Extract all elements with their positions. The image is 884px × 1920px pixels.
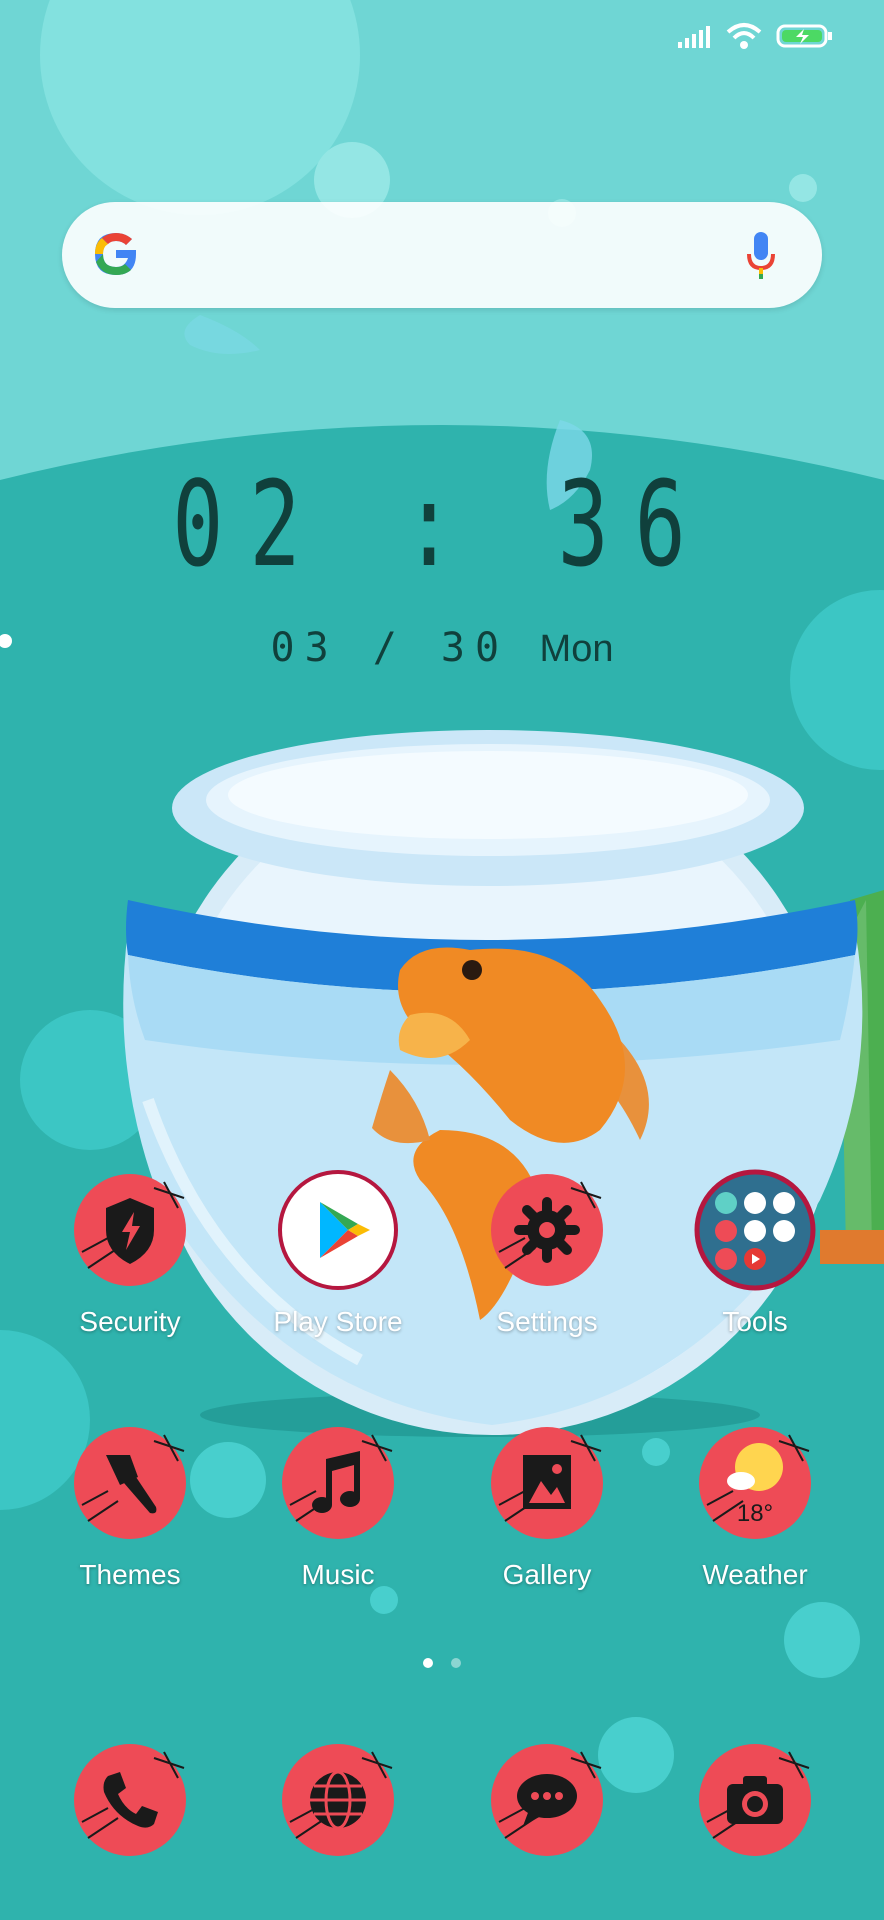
app-label: Themes [79, 1559, 181, 1590]
app-label: Settings [496, 1306, 598, 1337]
gear-icon [491, 1174, 603, 1286]
play-store-icon [278, 1170, 398, 1290]
shield-bolt-icon [74, 1174, 186, 1286]
wifi-icon [726, 22, 762, 55]
app-security[interactable]: Security [45, 1168, 215, 1338]
folder-icon [694, 1169, 816, 1291]
dock-browser[interactable] [253, 1738, 423, 1862]
camera-icon [699, 1744, 811, 1856]
page-indicator[interactable] [0, 1658, 884, 1668]
app-label: Music [301, 1559, 375, 1590]
sun-cloud-icon: 18° [699, 1427, 811, 1539]
app-label: Weather [702, 1559, 808, 1590]
dock-phone[interactable] [45, 1738, 215, 1862]
app-gallery[interactable]: Gallery [462, 1421, 632, 1591]
page-dot[interactable] [451, 1658, 461, 1668]
page-dot-active[interactable] [423, 1658, 433, 1668]
app-label: Play Store [273, 1306, 403, 1337]
phone-icon [74, 1744, 186, 1856]
google-logo [88, 226, 144, 287]
app-weather[interactable]: 18° Weather [670, 1421, 840, 1591]
app-folder-tools[interactable]: Tools [670, 1168, 840, 1338]
clock-date[interactable]: 03 / 30 Mon [0, 625, 884, 671]
weather-temperature: 18° [737, 1500, 773, 1527]
google-search-bar[interactable] [62, 202, 822, 308]
signal-icon [678, 24, 712, 53]
app-themes[interactable]: Themes [45, 1421, 215, 1591]
paintbrush-icon [74, 1427, 186, 1539]
dock-camera[interactable] [670, 1738, 840, 1862]
app-settings[interactable]: Settings [462, 1168, 632, 1338]
picture-icon [491, 1427, 603, 1539]
app-label: Gallery [502, 1559, 592, 1590]
date-label: 03 / 30 [270, 625, 510, 671]
app-label: Tools [722, 1306, 788, 1337]
globe-icon [282, 1744, 394, 1856]
music-note-icon [282, 1427, 394, 1539]
clock-time[interactable]: 02 : 36 [124, 455, 760, 593]
app-play-store[interactable]: Play Store [253, 1168, 423, 1338]
app-music[interactable]: Music [253, 1421, 423, 1591]
weekday-label: Mon [539, 628, 614, 670]
microphone-icon[interactable] [744, 230, 778, 285]
battery-charging-icon [776, 23, 834, 54]
dock-messages[interactable] [462, 1738, 632, 1862]
chat-bubble-icon [491, 1744, 603, 1856]
app-label: Security [79, 1306, 181, 1337]
status-bar [678, 22, 834, 55]
